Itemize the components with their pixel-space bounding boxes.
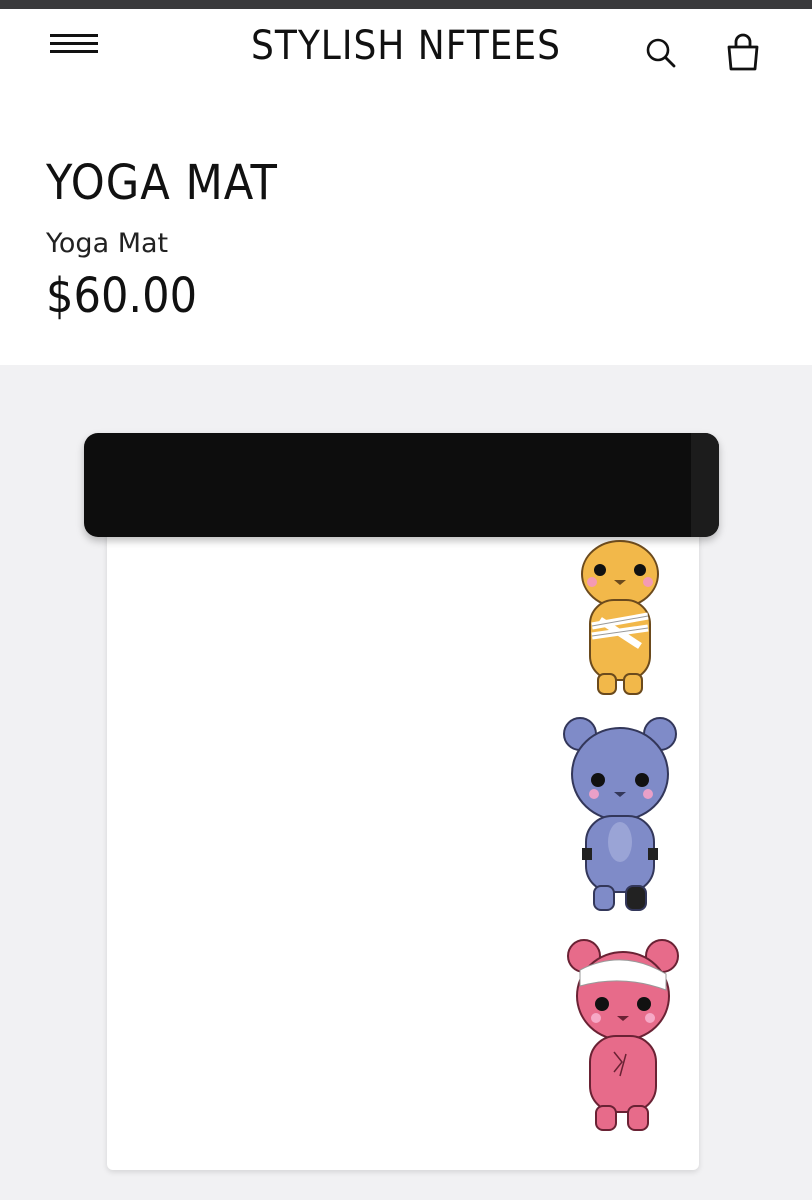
status-strip xyxy=(0,0,812,9)
brand-logo[interactable]: STYLISH NFTEES xyxy=(0,23,812,69)
shopping-bag-icon xyxy=(727,33,759,71)
yellow-bear-illustration xyxy=(581,540,659,695)
search-button[interactable] xyxy=(643,35,679,71)
cart-button[interactable] xyxy=(722,31,764,73)
product-price: $60.00 xyxy=(46,268,198,324)
yoga-mat-roll xyxy=(84,433,719,537)
search-icon xyxy=(646,38,676,68)
product-subtitle: Yoga Mat xyxy=(46,228,169,259)
blue-bear-illustration xyxy=(563,717,677,911)
product-title: YOGA MAT xyxy=(46,155,278,211)
site-header: STYLISH NFTEES xyxy=(0,9,812,89)
pink-bear-illustration xyxy=(567,939,679,1131)
mat-roll-edge xyxy=(691,433,719,537)
